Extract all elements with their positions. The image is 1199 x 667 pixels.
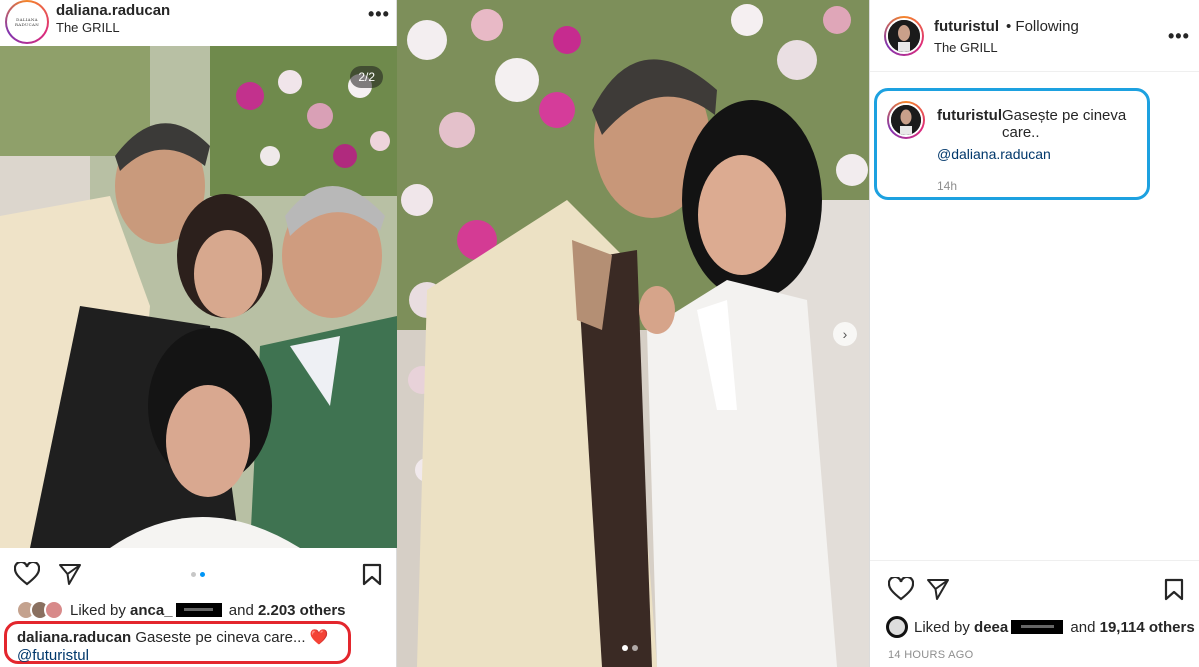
- likes-summary: Liked by anca_ and 2.203 others: [16, 598, 346, 622]
- photo-counter: 2/2: [350, 66, 383, 88]
- caption-mention[interactable]: @futuristul: [17, 647, 338, 665]
- heart-icon[interactable]: [14, 562, 40, 586]
- comment-timestamp: 14h: [937, 179, 958, 193]
- comment-mention[interactable]: @daliana.raducan: [937, 146, 1051, 162]
- couple-photo-illustration: [397, 0, 869, 667]
- follow-status[interactable]: • Following: [1006, 18, 1079, 35]
- post-sidebar: futuristul • Following The GRILL ••• fut…: [869, 0, 1199, 667]
- share-icon[interactable]: [58, 562, 82, 586]
- heart-emoji: ❤️: [309, 629, 329, 646]
- avatar[interactable]: [887, 101, 925, 139]
- post-header: futuristul • Following The GRILL •••: [870, 0, 1199, 72]
- comment-username[interactable]: futuristul: [937, 107, 1002, 124]
- post-header: DALIANA RADUCAN daliana.raducan The GRIL…: [0, 0, 397, 46]
- likes-summary: Liked by deea and 19,114 others: [886, 615, 1195, 639]
- couple-photo[interactable]: ›: [397, 0, 869, 667]
- pagination-dot-active: [622, 645, 628, 651]
- avatar[interactable]: [884, 16, 924, 56]
- chevron-right-icon[interactable]: ›: [833, 322, 857, 346]
- likes-count[interactable]: 2.203 others: [258, 602, 346, 619]
- more-horizontal-icon[interactable]: •••: [1168, 26, 1190, 47]
- likes-prefix: Liked by: [914, 618, 970, 636]
- caption-text: Gaseste pe cineva care...: [135, 629, 306, 646]
- likes-and: and: [228, 601, 254, 619]
- pagination-dot: [191, 572, 196, 577]
- avatar-logo: DALIANA RADUCAN: [14, 17, 40, 27]
- redaction-bar: [1011, 620, 1064, 634]
- caption-highlight: daliana.raducan Gaseste pe cineva care..…: [4, 621, 351, 664]
- bookmark-icon[interactable]: [1164, 578, 1184, 601]
- likes-prefix: Liked by: [70, 601, 126, 619]
- post-timestamp[interactable]: 14 HOURS AGO: [888, 649, 974, 661]
- liker-avatars: [16, 600, 64, 620]
- redaction-bar: [175, 603, 222, 617]
- carousel-pagination: [191, 572, 205, 577]
- avatar-portrait: [891, 105, 921, 135]
- liker-username[interactable]: deea: [974, 619, 1008, 636]
- carousel-pagination: [622, 645, 638, 651]
- divider: [870, 560, 1199, 561]
- caption-username[interactable]: daliana.raducan: [17, 629, 131, 646]
- avatar[interactable]: DALIANA RADUCAN: [5, 0, 49, 44]
- post-username[interactable]: futuristul: [934, 18, 999, 35]
- pagination-dot: [632, 645, 638, 651]
- post-username[interactable]: daliana.raducan: [56, 2, 170, 19]
- more-horizontal-icon[interactable]: •••: [368, 4, 390, 25]
- post-photo[interactable]: 2/2: [0, 46, 397, 548]
- comment-text: Gasește pe cineva care..: [1002, 107, 1127, 141]
- follow-status-label: Following: [1015, 18, 1079, 35]
- bookmark-icon[interactable]: [362, 563, 382, 586]
- left-post: DALIANA RADUCAN daliana.raducan The GRIL…: [0, 0, 397, 667]
- likes-and: and: [1070, 618, 1096, 636]
- heart-icon[interactable]: [888, 577, 914, 601]
- post-location[interactable]: The GRILL: [56, 20, 120, 35]
- share-icon[interactable]: [926, 577, 950, 601]
- post-actions: [0, 556, 397, 592]
- post-location[interactable]: The GRILL: [934, 40, 998, 55]
- avatar-portrait: [888, 20, 920, 52]
- pagination-dot-active: [200, 572, 205, 577]
- avatar: [886, 616, 908, 638]
- comment-highlight: futuristul Gasește pe cineva care.. @dal…: [874, 88, 1150, 200]
- avatar: [44, 600, 64, 620]
- likes-count[interactable]: 19,114 others: [1100, 619, 1195, 636]
- group-photo-illustration: [0, 46, 397, 548]
- liker-username[interactable]: anca_: [130, 602, 173, 619]
